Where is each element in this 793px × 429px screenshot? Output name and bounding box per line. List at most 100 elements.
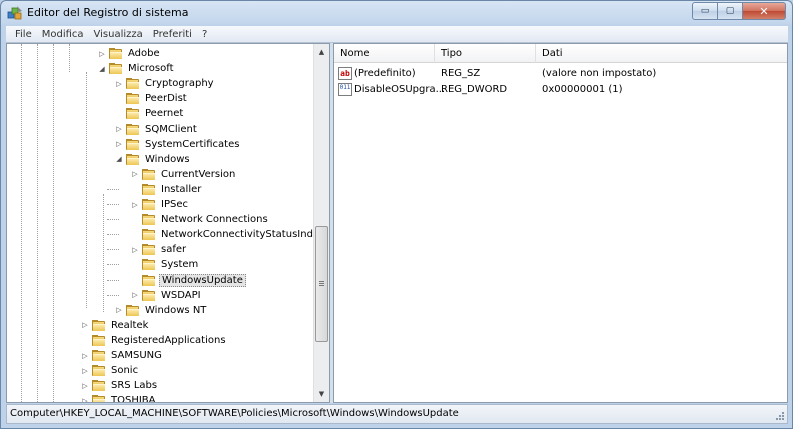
expand-icon[interactable]: ▷	[80, 382, 90, 390]
tree-item[interactable]: RegisteredApplications	[80, 333, 228, 348]
expand-icon[interactable]: ▷	[80, 352, 90, 360]
expand-icon[interactable]: ▷	[97, 50, 107, 58]
tree-item[interactable]: ▷ SRS Labs	[80, 378, 159, 393]
expand-icon[interactable]: ▷	[130, 201, 140, 209]
expand-icon[interactable]: ▷	[130, 170, 140, 178]
resize-grip-icon[interactable]	[775, 411, 785, 421]
tree-item[interactable]: Peernet	[114, 106, 185, 121]
tree-guide-line	[21, 44, 22, 402]
registry-value-row[interactable]: 011 DisableOSUpgra... REG_DWORD 0x00000001 …	[334, 82, 787, 98]
menu-visualizza[interactable]: Visualizza	[89, 29, 148, 40]
title-bar[interactable]: Editor del Registro di sistema ▭ ▢ ✕	[1, 1, 792, 25]
window-controls: ▭ ▢ ✕	[692, 2, 786, 20]
folder-icon	[142, 183, 155, 195]
tree-guide-line	[37, 44, 38, 402]
tree-item-label: CurrentVersion	[161, 168, 236, 180]
tree-item[interactable]: ▷ SQMClient	[114, 122, 199, 137]
tree-item[interactable]: ▷ IPSec	[130, 197, 190, 212]
column-header-nome[interactable]: Nome	[334, 44, 435, 63]
folder-icon	[142, 168, 155, 180]
scroll-thumb[interactable]	[315, 226, 328, 342]
folder-icon	[92, 395, 105, 402]
expand-icon[interactable]: ▷	[80, 367, 90, 375]
folder-icon	[142, 244, 155, 256]
tree-item[interactable]: ◢ Microsoft	[97, 61, 176, 76]
tree-item[interactable]: PeerDist	[114, 91, 189, 106]
expand-icon[interactable]: ▷	[114, 306, 124, 314]
expand-icon[interactable]: ▷	[114, 80, 124, 88]
folder-icon	[92, 365, 105, 377]
column-header-dati[interactable]: Dati	[536, 44, 787, 63]
menu-modifica[interactable]: Modifica	[37, 29, 89, 40]
thumb-grip-line	[319, 283, 324, 284]
menu-help[interactable]: ?	[197, 29, 212, 40]
menu-bar: File Modifica Visualizza Preferiti ?	[6, 26, 788, 43]
tree-item[interactable]: ▷ WSDAPI	[130, 288, 203, 303]
tree-item[interactable]: ◢ Windows	[114, 152, 192, 167]
tree-item[interactable]: ▷ TOSHIBA	[80, 393, 158, 403]
registry-key-tree[interactable]: ▷ Adobe ◢ Microsoft ▷ Cryptography PeerDist Pee…	[6, 43, 330, 403]
tree-item[interactable]: Network Connections	[130, 212, 270, 227]
tree-guide-line	[107, 249, 119, 251]
tree-item[interactable]: ▷ Adobe	[97, 46, 162, 61]
registry-value-row[interactable]: ab (Predefinito) REG_SZ (valore non imposta…	[334, 66, 787, 82]
tree-item[interactable]: ▷ SystemCertificates	[114, 137, 241, 152]
tree-item[interactable]: ▷ Cryptography	[114, 76, 216, 91]
tree-guide-line	[107, 279, 119, 281]
expand-icon[interactable]: ▷	[130, 291, 140, 299]
tree-item[interactable]: ▷ safer	[130, 242, 188, 257]
folder-icon	[92, 319, 105, 331]
tree-item[interactable]: ▷ SAMSUNG	[80, 348, 164, 363]
menu-file[interactable]: File	[10, 29, 37, 40]
tree-item[interactable]: ▷ Windows NT	[114, 303, 208, 318]
expand-icon[interactable]: ▷	[130, 246, 140, 254]
tree-item-label: Windows	[145, 153, 190, 165]
tree-item[interactable]: WindowsUpdate	[130, 273, 246, 288]
tree-vertical-scrollbar[interactable]: ▲ ▼	[313, 44, 329, 402]
value-name: DisableOSUpgra...	[354, 84, 446, 95]
value-data: (valore non impostato)	[542, 68, 657, 79]
tree-item-label: TOSHIBA	[111, 395, 156, 403]
tree-item[interactable]: System	[130, 257, 200, 272]
maximize-button[interactable]: ▢	[718, 2, 743, 20]
tree-item-label: SAMSUNG	[111, 350, 162, 361]
collapse-icon[interactable]: ◢	[97, 65, 107, 73]
scroll-up-button[interactable]: ▲	[314, 44, 329, 60]
tree-guide-line	[69, 44, 70, 72]
expand-icon[interactable]: ▷	[114, 140, 124, 148]
folder-icon	[142, 274, 155, 286]
folder-icon	[142, 289, 155, 301]
expand-icon[interactable]: ▷	[114, 125, 124, 133]
expand-icon[interactable]: ▷	[80, 397, 90, 402]
registry-values-list[interactable]: Nome Tipo Dati ab (Predefinito) REG_SZ (val…	[333, 43, 788, 403]
tree-item[interactable]: ▷ CurrentVersion	[130, 167, 237, 182]
tree-item-label: Realtek	[111, 319, 149, 331]
close-button[interactable]: ✕	[743, 2, 786, 20]
expand-icon[interactable]: ▷	[80, 321, 90, 329]
value-type: REG_SZ	[441, 68, 481, 79]
scroll-down-button[interactable]: ▼	[314, 386, 329, 402]
folder-icon	[126, 304, 139, 316]
folder-icon	[92, 380, 105, 392]
value-type: REG_DWORD	[441, 84, 508, 95]
tree-guide-line	[107, 204, 119, 205]
tree-item[interactable]: ▷ Sonic	[80, 363, 140, 378]
folder-icon	[126, 153, 139, 165]
tree-item-label: Windows NT	[145, 304, 207, 316]
tree-item-label: Peernet	[145, 108, 184, 120]
collapse-icon[interactable]: ◢	[114, 155, 124, 163]
folder-icon	[142, 229, 155, 241]
dword-value-icon: 011	[338, 83, 352, 96]
column-header-tipo[interactable]: Tipo	[435, 44, 536, 63]
minimize-button[interactable]: ▭	[692, 2, 718, 20]
tree-item[interactable]: Installer	[130, 182, 203, 197]
tree-item-label: WSDAPI	[161, 289, 201, 301]
folder-icon	[142, 199, 155, 210]
tree-item-label: safer	[161, 244, 187, 256]
tree-item-label: Adobe	[128, 48, 160, 59]
tree-item[interactable]: NetworkConnectivityStatusIndicator	[130, 227, 330, 242]
scroll-down-icon: ▼	[318, 390, 325, 398]
tree-item[interactable]: ▷ Realtek	[80, 318, 150, 333]
tree-item-label: NetworkConnectivityStatusIndicator	[161, 229, 330, 241]
menu-preferiti[interactable]: Preferiti	[148, 29, 197, 40]
